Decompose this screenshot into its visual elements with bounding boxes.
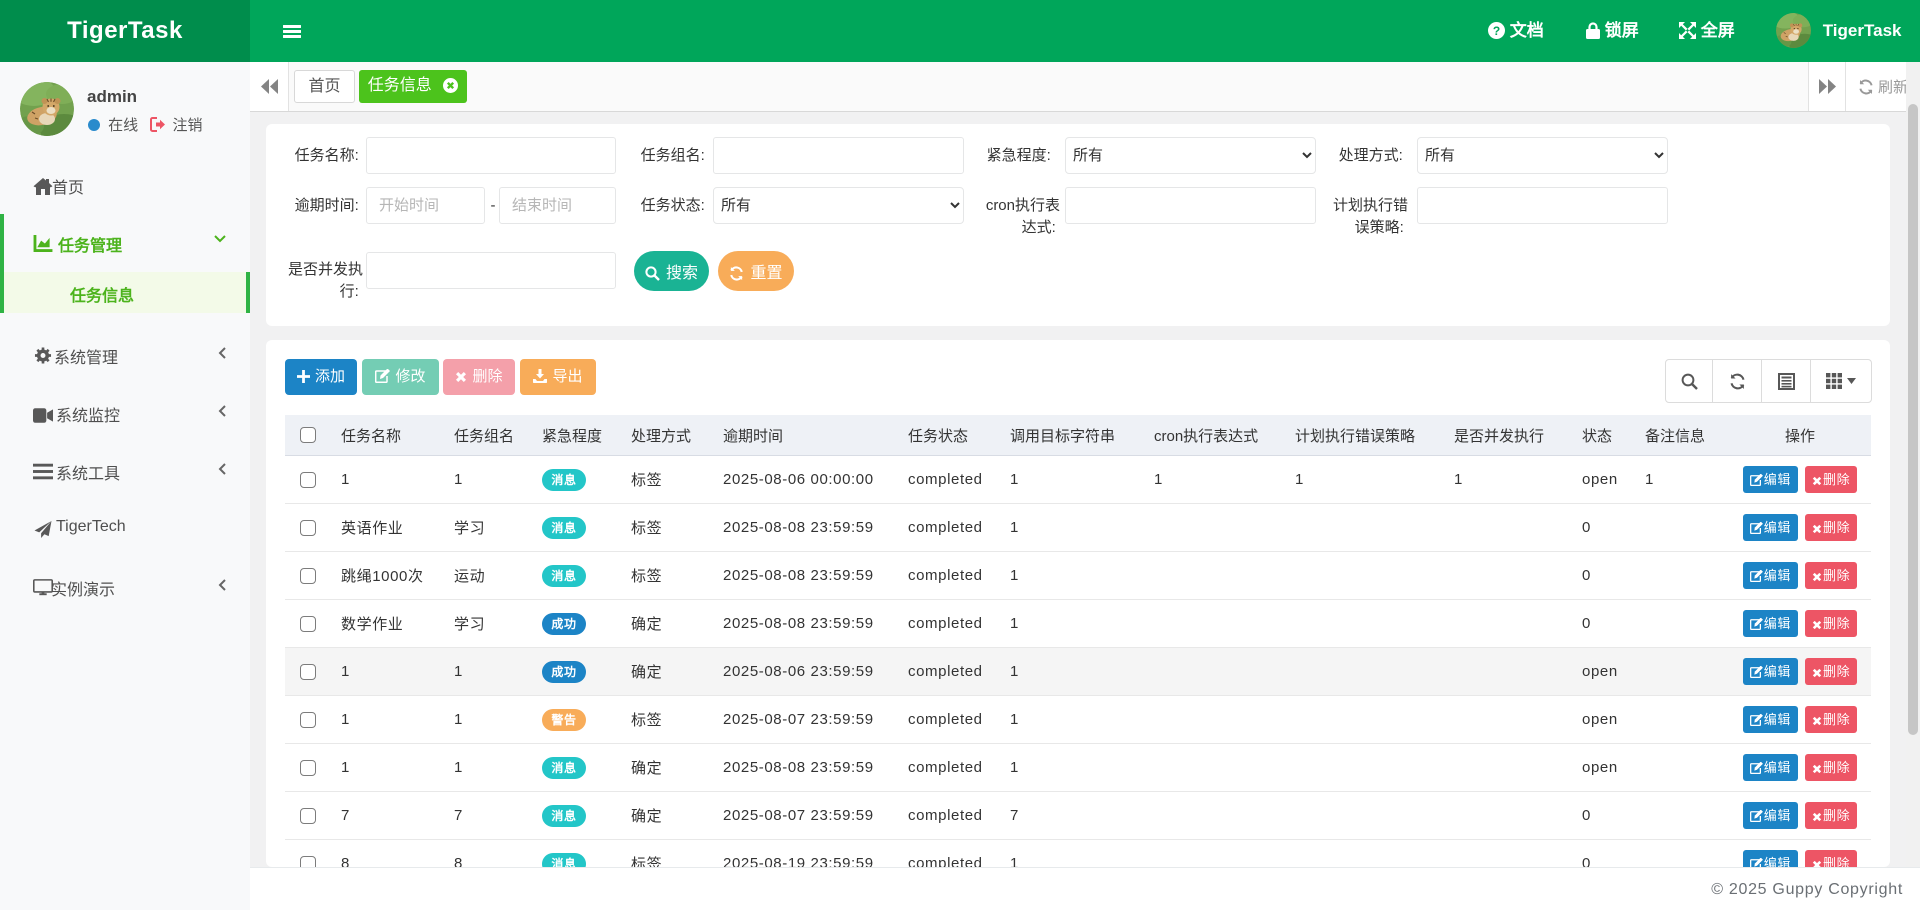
- svg-text:?: ?: [1493, 24, 1500, 38]
